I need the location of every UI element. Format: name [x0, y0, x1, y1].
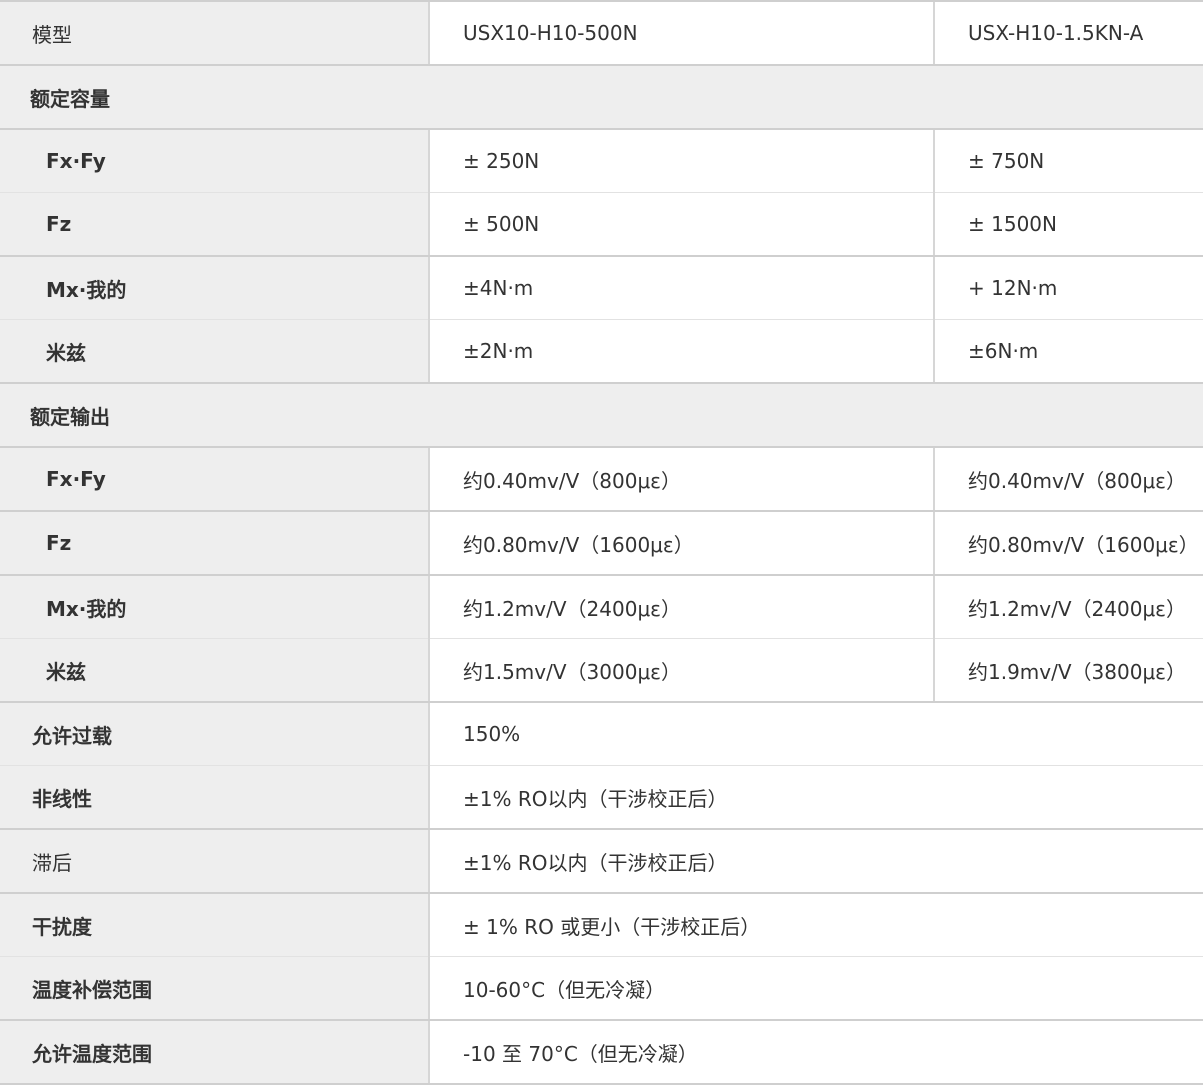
row-col1: ±4N·m	[428, 256, 934, 320]
row-value: -10 至 70°C（但无冷凝）	[428, 1020, 1203, 1085]
row-value: 10-60°C（但无冷凝）	[428, 956, 1203, 1021]
row-label: Fz	[0, 192, 429, 257]
table-row: 温度补偿范围 10-60°C（但无冷凝）	[0, 956, 1203, 1021]
table-row: Fz 约0.80mv/V（1600με） 约0.80mv/V（1600με）	[0, 511, 1203, 576]
section-rated-capacity: 额定容量	[0, 65, 1203, 130]
row-value: ±1% RO以内（干涉校正后）	[428, 765, 1203, 830]
row-label: Fx·Fy	[0, 447, 429, 512]
row-value: 150%	[428, 702, 1203, 766]
table-row: 滞后 ±1% RO以内（干涉校正后）	[0, 829, 1203, 894]
row-col1: ± 250N	[428, 129, 934, 193]
model-col1: USX10-H10-500N	[428, 0, 934, 66]
row-col1: 约0.80mv/V（1600με）	[428, 511, 934, 576]
table-row: 非线性 ±1% RO以内（干涉校正后）	[0, 765, 1203, 830]
row-label: 允许过载	[0, 702, 429, 766]
row-label: Mx·我的	[0, 256, 429, 320]
row-col1: 约0.40mv/V（800με）	[428, 447, 934, 512]
row-label: 米兹	[0, 319, 429, 384]
model-col2: USX-H10-1.5KN-A	[933, 0, 1203, 66]
table-row: 米兹 ±2N·m ±6N·m	[0, 319, 1203, 384]
row-col2: ± 750N	[933, 129, 1203, 193]
row-col1: ± 500N	[428, 192, 934, 257]
table-row: Fx·Fy 约0.40mv/V（800με） 约0.40mv/V（800με）	[0, 447, 1203, 512]
section-title: 额定容量	[0, 65, 1203, 130]
model-label: 模型	[0, 0, 429, 66]
row-col2: 约1.2mv/V（2400με）	[933, 575, 1203, 639]
row-label: 滞后	[0, 829, 429, 894]
table-row: Mx·我的 ±4N·m + 12N·m	[0, 256, 1203, 320]
spec-table: 模型 USX10-H10-500N USX-H10-1.5KN-A 额定容量 F…	[0, 0, 1203, 1085]
table-header-row: 模型 USX10-H10-500N USX-H10-1.5KN-A	[0, 0, 1203, 66]
row-label: Fx·Fy	[0, 129, 429, 193]
row-col2: 约0.40mv/V（800με）	[933, 447, 1203, 512]
row-col1: 约1.2mv/V（2400με）	[428, 575, 934, 639]
section-title: 额定输出	[0, 383, 1203, 448]
row-col2: 约1.9mv/V（3800με）	[933, 638, 1203, 703]
table-row: 允许过载 150%	[0, 702, 1203, 766]
row-col2: + 12N·m	[933, 256, 1203, 320]
row-col1: 约1.5mv/V（3000με）	[428, 638, 934, 703]
table-row: 米兹 约1.5mv/V（3000με） 约1.9mv/V（3800με）	[0, 638, 1203, 703]
row-col1: ±2N·m	[428, 319, 934, 384]
row-label: 非线性	[0, 765, 429, 830]
row-col2: ± 1500N	[933, 192, 1203, 257]
row-label: Mx·我的	[0, 575, 429, 639]
section-rated-output: 额定输出	[0, 383, 1203, 448]
row-value: ±1% RO以内（干涉校正后）	[428, 829, 1203, 894]
row-label: 干扰度	[0, 893, 429, 957]
table-row: Mx·我的 约1.2mv/V（2400με） 约1.2mv/V（2400με）	[0, 575, 1203, 639]
row-label: 允许温度范围	[0, 1020, 429, 1085]
table-row: 允许温度范围 -10 至 70°C（但无冷凝）	[0, 1020, 1203, 1085]
table-row: Fx·Fy ± 250N ± 750N	[0, 129, 1203, 193]
row-label: 米兹	[0, 638, 429, 703]
row-col2: 约0.80mv/V（1600με）	[933, 511, 1203, 576]
row-label: Fz	[0, 511, 429, 576]
row-label: 温度补偿范围	[0, 956, 429, 1021]
row-col2: ±6N·m	[933, 319, 1203, 384]
table-row: 干扰度 ± 1% RO 或更小（干涉校正后）	[0, 893, 1203, 957]
table-row: Fz ± 500N ± 1500N	[0, 192, 1203, 257]
row-value: ± 1% RO 或更小（干涉校正后）	[428, 893, 1203, 957]
